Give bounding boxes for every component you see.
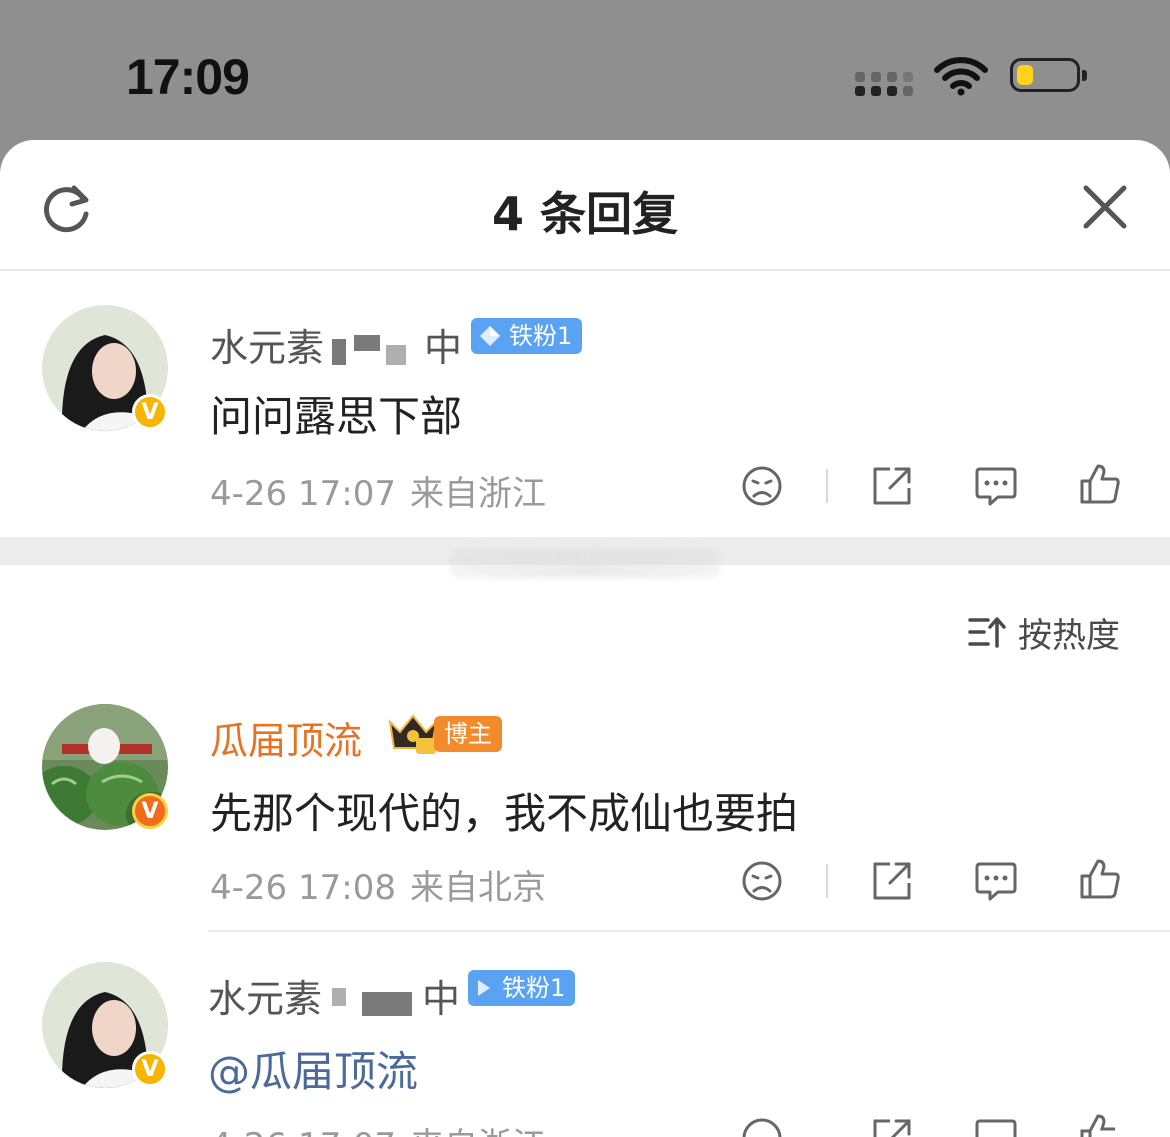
- verified-badge: V: [132, 394, 168, 430]
- root-comment: V 水元素中 铁粉1 问问露思下部 4-26 17:07 来自浙江: [0, 271, 1170, 537]
- fan-badge: 铁粉1: [471, 318, 583, 354]
- host-badge: 博主: [434, 716, 502, 752]
- verified-badge: V: [132, 1051, 168, 1087]
- comment-date: 4-26 17:07: [210, 474, 396, 514]
- fan-badge: 铁粉1: [468, 970, 576, 1006]
- comment-meta: 4-26 17:08 来自北京: [210, 860, 546, 909]
- comment-text: 先那个现代的，我不成仙也要拍: [210, 789, 799, 838]
- dislike-icon[interactable]: [740, 859, 784, 903]
- sort-icon: [968, 617, 1006, 648]
- sort-toggle[interactable]: 按热度: [968, 610, 1120, 656]
- comment-date: 4-26 17:07: [210, 1126, 396, 1137]
- status-bar: 17:09: [0, 0, 1170, 140]
- comment-location: 来自北京: [409, 868, 546, 908]
- username[interactable]: 水元素中: [208, 968, 460, 1023]
- action-divider: [826, 864, 828, 898]
- diamond-icon: [480, 326, 500, 346]
- comment-date: 4-26 17:08: [210, 868, 396, 908]
- like-icon[interactable]: [1078, 462, 1122, 506]
- signal-icon: [855, 70, 915, 98]
- sort-label: 按热度: [1018, 615, 1120, 656]
- status-time: 17:09: [126, 49, 250, 105]
- separator-blur: [450, 548, 720, 578]
- like-icon[interactable]: [1078, 1112, 1122, 1137]
- comment-text: 问问露思下部: [210, 392, 463, 441]
- crown-icon: [388, 714, 438, 754]
- sheet-title: 4 条回复: [491, 187, 679, 241]
- battery-icon: [1010, 58, 1087, 92]
- username[interactable]: 水元素中: [210, 317, 462, 372]
- comment-icon[interactable]: [974, 1116, 1018, 1137]
- dislike-icon[interactable]: [740, 1116, 784, 1137]
- comment-location: 来自浙江: [409, 474, 546, 514]
- close-icon[interactable]: [1080, 182, 1130, 232]
- comment-location: 来自浙江: [410, 1126, 546, 1137]
- share-icon[interactable]: [870, 464, 914, 508]
- dislike-icon[interactable]: [740, 464, 784, 508]
- replies-sheet: 4 条回复 V 水元素中 铁粉1 问问露思下部 4-26 17:07 来自浙江: [0, 140, 1170, 1137]
- redacted-name: [324, 331, 424, 371]
- redacted-name: [322, 982, 422, 1022]
- diamond-icon: [478, 980, 490, 996]
- action-divider: [826, 469, 828, 503]
- mention-link[interactable]: @瓜届顶流: [208, 1038, 418, 1099]
- sheet-header: 4 条回复: [0, 140, 1170, 271]
- username[interactable]: 瓜届顶流: [210, 710, 362, 765]
- comment-icon[interactable]: [974, 464, 1018, 508]
- wifi-icon: [934, 57, 988, 96]
- reply-item: V 瓜届顶流 博主 先那个现代的，我不成仙也要拍 4-26 17:08 来自北京: [0, 680, 1170, 930]
- like-icon[interactable]: [1078, 857, 1122, 901]
- share-icon[interactable]: [870, 1116, 914, 1137]
- reply-item: V 水元素中 铁粉1 @瓜届顶流 4-26 17:07 来自浙江: [0, 932, 1170, 1137]
- share-icon[interactable]: [870, 859, 914, 903]
- comment-meta: 4-26 17:07 来自浙江: [210, 1118, 546, 1137]
- comment-icon[interactable]: [974, 859, 1018, 903]
- verified-badge: V: [132, 793, 168, 829]
- comment-meta: 4-26 17:07 来自浙江: [210, 466, 546, 515]
